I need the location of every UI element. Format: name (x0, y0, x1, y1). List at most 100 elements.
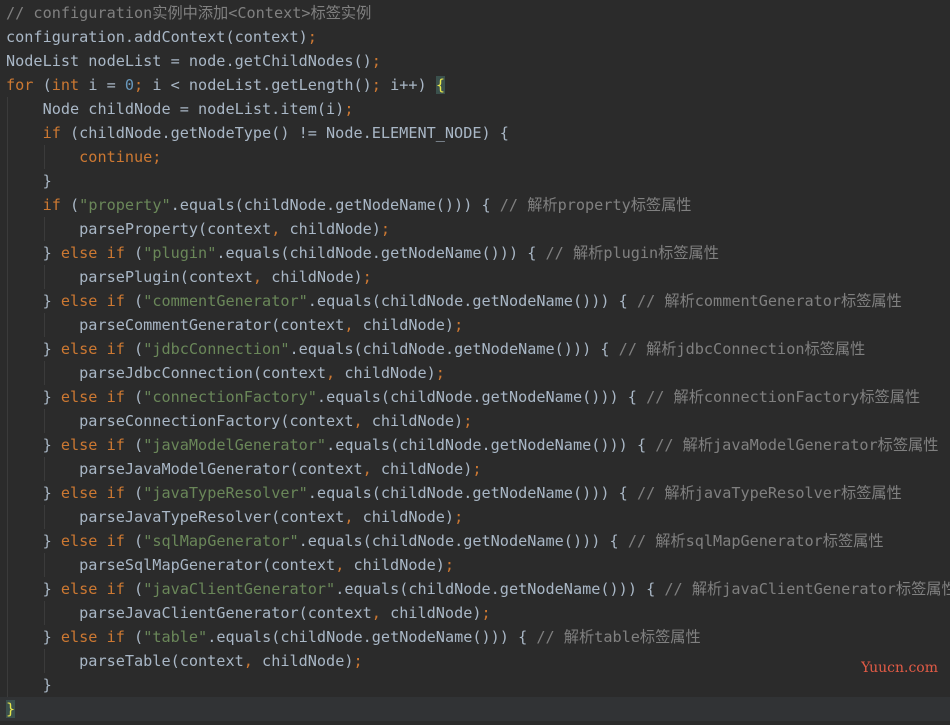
indentation (6, 316, 79, 334)
code-token-keyword: , (252, 268, 272, 286)
code-token-keyword: else if (60, 388, 135, 406)
code-token-comment: // 解析jdbcConnection标签属性 (618, 340, 866, 358)
indentation (6, 148, 79, 166)
code-token-plain: ( (134, 244, 144, 262)
code-line[interactable]: parseJavaClientGenerator(context, childN… (6, 601, 950, 625)
code-line[interactable]: if ("property".equals(childNode.getNodeN… (6, 193, 950, 217)
code-line[interactable]: } else if ("table".equals(childNode.getN… (6, 625, 950, 649)
code-line[interactable]: parseCommentGenerator(context, childNode… (6, 313, 950, 337)
code-token-comment: // 解析commentGenerator标签属性 (636, 292, 902, 310)
code-token-keyword: ; (134, 76, 153, 94)
code-token-keyword: , (271, 220, 290, 238)
code-token-plain: ( (134, 580, 144, 598)
code-token-keyword: ; (454, 508, 464, 526)
code-line[interactable]: configuration.addContext(context); (6, 25, 950, 49)
code-line[interactable]: for (int i = 0; i < nodeList.getLength()… (6, 73, 950, 97)
code-line[interactable]: Node childNode = nodeList.item(i); (6, 97, 950, 121)
indentation (6, 220, 79, 238)
code-token-plain: parseProperty(context (79, 220, 272, 238)
code-token-comment: // 解析javaClientGenerator标签属性 (664, 580, 950, 598)
code-token-plain: childNode) (289, 220, 381, 238)
indent-guide (7, 217, 8, 241)
code-token-plain: parseTable(context (79, 652, 244, 670)
code-line[interactable]: } (6, 169, 950, 193)
code-token-keyword: , (243, 652, 263, 670)
code-line[interactable]: parsePlugin(context, childNode); (6, 265, 950, 289)
code-token-keyword: else if (60, 580, 135, 598)
code-token-string: "commentGenerator" (143, 292, 308, 310)
code-token-keyword: ; (371, 76, 391, 94)
indentation (6, 508, 79, 526)
code-line[interactable]: } else if ("jdbcConnection".equals(child… (6, 337, 950, 361)
code-line[interactable]: } else if ("connectionFactory".equals(ch… (6, 385, 950, 409)
indent-guide (43, 553, 45, 577)
code-line[interactable]: } (6, 673, 950, 697)
code-token-keyword: , (371, 604, 391, 622)
code-token-plain: .equals(childNode.getNodeName())) { (298, 532, 628, 550)
indentation (6, 676, 43, 694)
code-token-plain: } (42, 292, 61, 310)
indentation (6, 196, 43, 214)
code-token-keyword: else if (60, 340, 135, 358)
code-line[interactable]: } else if ("commentGenerator".equals(chi… (6, 289, 950, 313)
code-token-plain: i < nodeList.getLength() (152, 76, 372, 94)
code-token-plain: .equals(childNode.getNodeName())) { (316, 388, 647, 406)
code-line[interactable]: parseJdbcConnection(context, childNode); (6, 361, 950, 385)
code-token-plain: .equals(childNode.getNodeName())) { (307, 292, 637, 310)
indentation (6, 628, 43, 646)
indent-guide (7, 505, 8, 529)
code-editor[interactable]: // configuration实例中添加<Context>标签实例 config… (0, 0, 950, 725)
indent-guide (7, 241, 8, 265)
code-token-plain: } (42, 484, 61, 502)
code-token-plain: } (42, 340, 61, 358)
code-token-plain: configuration.addContext(context) (6, 28, 308, 46)
indentation (6, 100, 43, 118)
code-token-keyword: ; (454, 316, 464, 334)
code-line[interactable]: } else if ("plugin".equals(childNode.get… (6, 241, 950, 265)
code-token-string: "table" (143, 628, 208, 646)
indent-guide (43, 313, 45, 337)
code-token-plain: ( (134, 532, 144, 550)
code-token-plain: } (42, 244, 61, 262)
code-line[interactable]: } else if ("javaClientGenerator".equals(… (6, 577, 950, 601)
indent-guide (7, 193, 8, 217)
code-line[interactable]: // configuration实例中添加<Context>标签实例 (6, 1, 950, 25)
code-line[interactable]: parseJavaModelGenerator(context, childNo… (6, 457, 950, 481)
indent-guide (7, 121, 8, 145)
code-line[interactable]: } else if ("sqlMapGenerator".equals(chil… (6, 529, 950, 553)
code-token-plain: .equals(childNode.getNodeName())) { (216, 244, 546, 262)
code-line[interactable]: parseProperty(context, childNode); (6, 217, 950, 241)
code-token-keyword: , (326, 364, 345, 382)
code-token-keyword: , (362, 460, 381, 478)
code-line[interactable]: parseSqlMapGenerator(context, childNode)… (6, 553, 950, 577)
code-token-plain: parseCommentGenerator(context (79, 316, 345, 334)
code-token-plain: ( (70, 196, 80, 214)
indent-guide (43, 649, 45, 673)
code-token-comment: // 解析sqlMapGenerator标签属性 (627, 532, 884, 550)
code-token-keyword: for (6, 76, 43, 94)
code-token-keyword: ; (472, 460, 482, 478)
code-token-plain: ( (134, 628, 144, 646)
indent-guide (7, 337, 8, 361)
code-line[interactable]: } else if ("javaTypeResolver".equals(chi… (6, 481, 950, 505)
code-line[interactable]: parseConnectionFactory(context, childNod… (6, 409, 950, 433)
indent-guide (7, 673, 8, 697)
code-token-keyword: ; (481, 604, 491, 622)
code-token-comment: // configuration实例中添加<Context>标签实例 (6, 4, 372, 22)
code-line[interactable]: NodeList nodeList = node.getChildNodes()… (6, 49, 950, 73)
code-line[interactable]: } (0, 697, 950, 721)
indent-guide (43, 601, 45, 625)
indent-guide (7, 577, 8, 601)
indentation (6, 364, 79, 382)
code-line[interactable]: continue; (6, 145, 950, 169)
code-line[interactable]: parseTable(context, childNode); (6, 649, 950, 673)
indentation (6, 268, 79, 286)
code-line[interactable]: if (childNode.getNodeType() != Node.ELEM… (6, 121, 950, 145)
indent-guide (43, 505, 45, 529)
code-line[interactable]: } else if ("javaModelGenerator".equals(c… (6, 433, 950, 457)
code-token-comment: // 解析connectionFactory标签属性 (646, 388, 921, 406)
code-token-keyword: ; (380, 220, 391, 238)
indentation (6, 124, 43, 142)
code-token-string: "jdbcConnection" (143, 340, 290, 358)
code-line[interactable]: parseJavaTypeResolver(context, childNode… (6, 505, 950, 529)
